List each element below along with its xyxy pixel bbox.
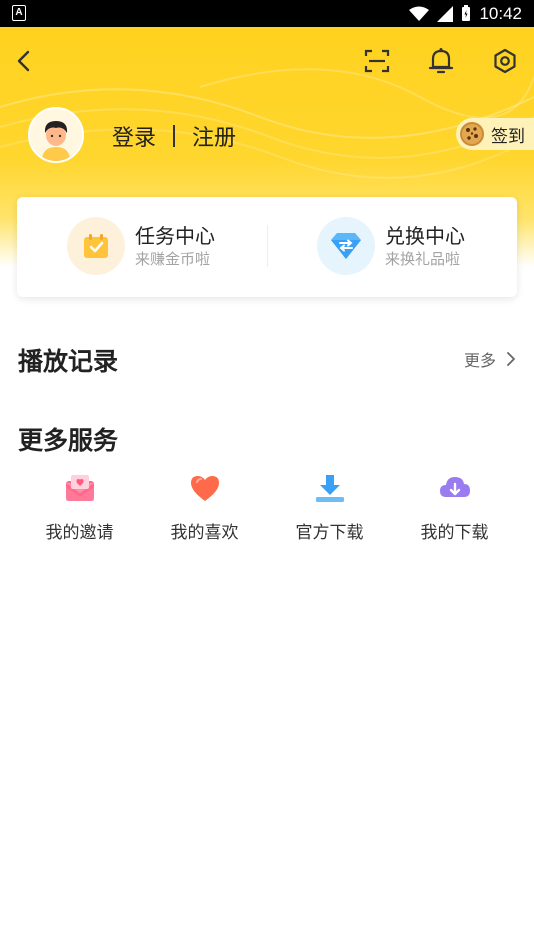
signin-button[interactable]: 签到 [456,118,534,150]
history-title: 播放记录 [18,347,119,376]
status-indicators: 10:42 [409,0,522,27]
service-label: 我的邀请 [45,523,114,543]
clock: 10:42 [479,3,522,23]
battery-icon [462,5,471,21]
service-official-download[interactable]: 官方下载 [267,470,392,543]
avatar[interactable] [28,107,84,163]
user-avatar-icon [30,109,82,161]
chevron-right-icon [507,352,515,366]
notification-button[interactable] [425,45,457,77]
calendar-check-icon [84,234,108,258]
heart-icon [187,470,223,506]
signin-label: 签到 [491,126,525,147]
service-label: 我的喜欢 [170,523,239,543]
exchange-center-icon-bg [317,217,375,275]
download-icon [312,470,348,506]
service-label: 官方下载 [295,523,364,543]
status-bar: A 10:42 [0,0,534,27]
card-divider [267,225,268,267]
auth-divider [173,125,176,147]
task-center-entry[interactable]: 任务中心 来赚金币啦 [67,217,215,275]
rewards-card: 任务中心 来赚金币啦 兑换中心 来换礼品啦 [17,197,517,297]
services-title: 更多服务 [18,426,119,455]
settings-icon [494,48,516,74]
register-link[interactable]: 注册 [192,120,236,152]
exchange-center-title: 兑换中心 [385,224,465,248]
services-grid: 我的邀请 我的喜欢 官方下载 我的下载 [17,470,517,543]
bell-icon [428,48,454,74]
cookie-icon [460,122,484,146]
history-more-link[interactable]: 更多 [464,347,518,371]
back-icon [17,50,30,72]
auth-links: 登录 注册 [112,120,236,152]
invite-envelope-icon [62,470,98,506]
scan-icon [364,49,390,73]
login-link[interactable]: 登录 [112,120,156,152]
notification-badge-icon: A [12,5,26,21]
exchange-center-subtitle: 来换礼品啦 [385,250,461,268]
task-center-title: 任务中心 [135,224,215,248]
service-my-favorites[interactable]: 我的喜欢 [142,470,267,543]
service-my-downloads[interactable]: 我的下载 [392,470,517,543]
task-center-icon-bg [67,217,125,275]
wifi-icon [409,6,430,21]
service-label: 我的下载 [420,523,489,543]
scan-button[interactable] [361,45,393,77]
cloud-download-icon [437,470,473,506]
task-center-subtitle: 来赚金币啦 [135,250,211,268]
service-my-invite[interactable]: 我的邀请 [17,470,142,543]
diamond-exchange-icon [331,233,361,259]
exchange-center-entry[interactable]: 兑换中心 来换礼品啦 [317,217,465,275]
signal-icon [437,5,454,22]
settings-button[interactable] [489,45,521,77]
back-button[interactable] [8,45,40,77]
more-label: 更多 [463,351,496,370]
